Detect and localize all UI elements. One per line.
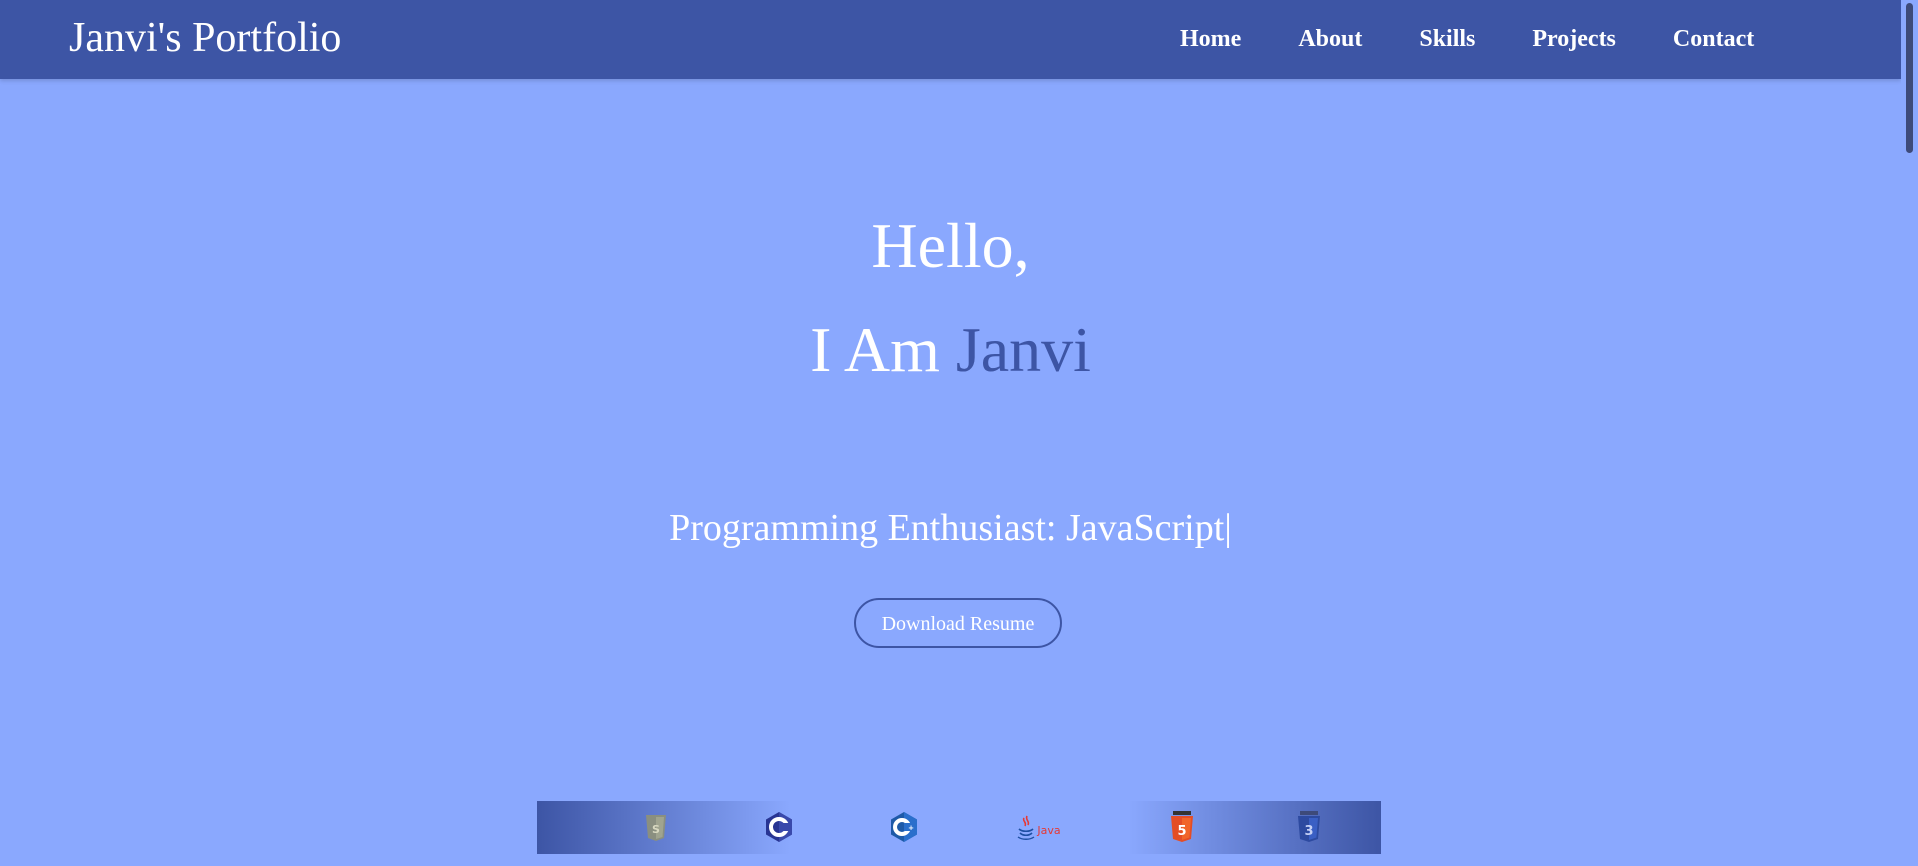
svg-text:+: + [908, 824, 914, 832]
skills-carousel: S + Java 5 3 [537, 801, 1381, 854]
svg-text:3: 3 [1304, 824, 1313, 839]
hero-name: Janvi [955, 314, 1091, 385]
nav-about[interactable]: About [1298, 22, 1362, 56]
nav-home[interactable]: Home [1180, 22, 1241, 56]
hero-greeting: Hello, [871, 210, 1030, 281]
svg-text:5: 5 [1177, 824, 1186, 839]
tagline-text: Programming Enthusiast: JavaScript [669, 507, 1225, 549]
typing-cursor: | [1224, 507, 1232, 549]
c-icon [763, 810, 795, 844]
nav-skills[interactable]: Skills [1419, 22, 1475, 56]
svg-text:S: S [652, 823, 660, 836]
scroll-thumb[interactable] [1906, 3, 1913, 153]
hero-tagline: Programming Enthusiast: JavaScript| [0, 503, 1901, 553]
cpp-icon: + [888, 810, 920, 844]
brand-logo[interactable]: Janvi's Portfolio [69, 12, 341, 64]
download-resume-button[interactable]: Download Resume [854, 598, 1062, 648]
scrollbar[interactable] [1901, 0, 1918, 866]
nav-links: Home About Skills Projects Contact [1180, 22, 1754, 56]
html5-icon: 5 [1167, 810, 1197, 844]
java-icon: Java [1015, 810, 1065, 844]
js-icon: S [641, 810, 671, 844]
svg-text:Java: Java [1036, 824, 1060, 837]
css3-icon: 3 [1294, 810, 1324, 844]
navbar: Janvi's Portfolio Home About Skills Proj… [0, 0, 1901, 79]
nav-contact[interactable]: Contact [1673, 22, 1754, 56]
hero-intro-prefix: I Am [810, 314, 940, 385]
hero-intro: I Am Janvi [0, 310, 1901, 390]
nav-projects[interactable]: Projects [1532, 22, 1616, 56]
